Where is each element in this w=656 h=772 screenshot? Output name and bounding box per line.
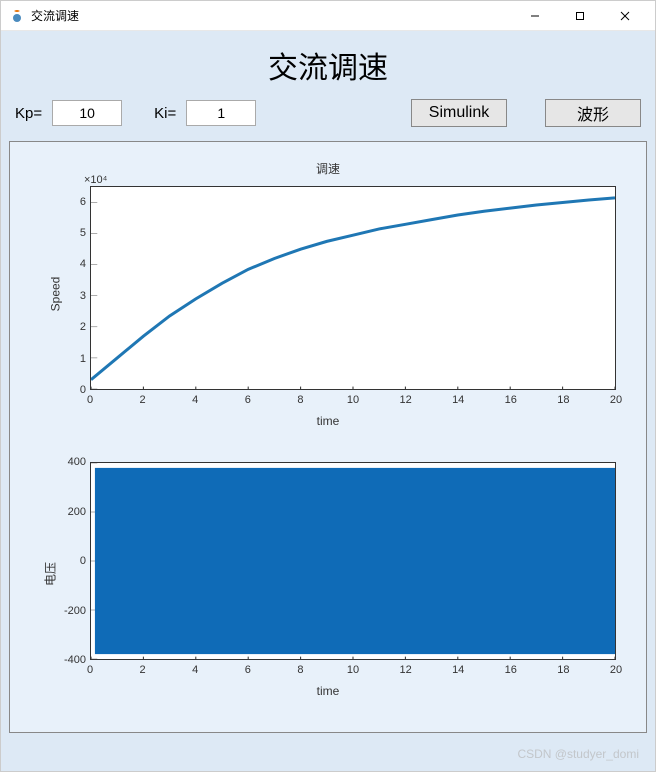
waveform-button[interactable]: 波形 [545,99,641,127]
main-panel: 交流调速 Kp= Ki= Simulink 波形 调速 ×10⁴ Speed 0… [1,31,655,771]
chart-voltage-xlabel: time [30,684,626,698]
chart-speed-ylabel: Speed [48,277,62,312]
chart-voltage-ylabel: 电压 [42,562,59,586]
java-icon [9,8,25,24]
chart-speed-xlabel: time [30,414,626,428]
minimize-button[interactable] [512,1,557,31]
kp-input[interactable] [52,100,122,126]
maximize-button[interactable] [557,1,602,31]
plot-panel: 调速 ×10⁴ Speed 0123456 02468101214161820 … [9,141,647,733]
controls-row: Kp= Ki= Simulink 波形 [9,99,647,141]
page-title: 交流调速 [9,43,647,87]
chart-voltage: 电压 -400-2000200400 02468101214161820 tim… [30,454,626,694]
titlebar: 交流调速 [1,1,655,31]
chart-speed-y-exponent: ×10⁴ [84,174,107,186]
ki-label: Ki= [154,105,176,122]
chart-speed-title: 调速 [30,160,626,177]
close-button[interactable] [602,1,647,31]
kp-label: Kp= [15,105,42,122]
chart-speed: 调速 ×10⁴ Speed 0123456 02468101214161820 … [30,164,626,424]
ki-input[interactable] [186,100,256,126]
simulink-button[interactable]: Simulink [411,99,507,127]
chart-voltage-axes [90,462,616,660]
chart-speed-axes [90,186,616,390]
window-title: 交流调速 [31,7,512,24]
